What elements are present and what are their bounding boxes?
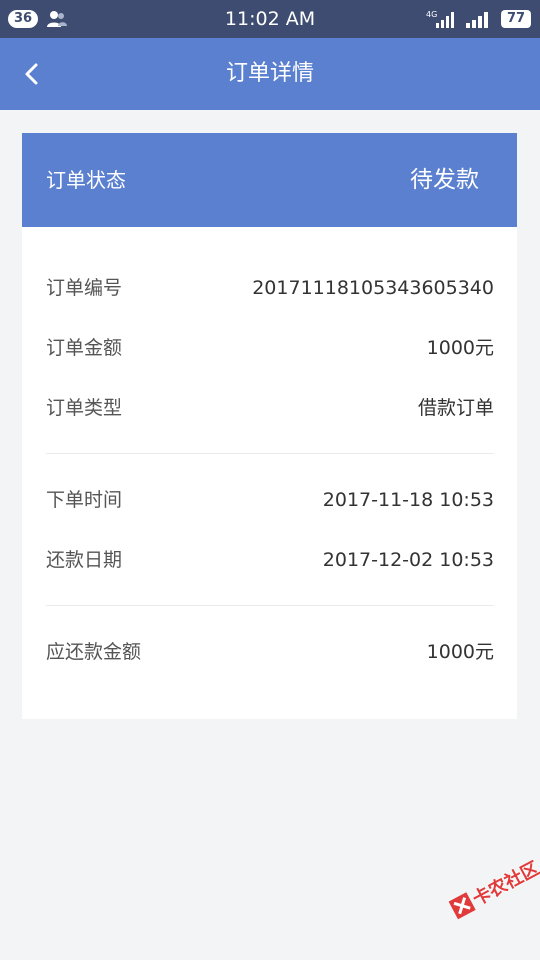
repay-amount-label: 应还款金额 bbox=[46, 641, 142, 663]
repay-amount-value: 1000元 bbox=[426, 641, 494, 663]
section-divider bbox=[46, 453, 494, 454]
order-type-value: 借款订单 bbox=[417, 397, 494, 419]
battery-level: 77 bbox=[501, 10, 531, 28]
order-amount-label: 订单金额 bbox=[46, 337, 123, 359]
watermark: 卡农社区 bbox=[436, 833, 540, 933]
order-time-row: 下单时间 2017-11-18 10:53 bbox=[46, 480, 494, 520]
repay-date-label: 还款日期 bbox=[46, 549, 123, 571]
watermark-text: 卡农社区 bbox=[469, 857, 540, 911]
cellular-signal-4g-icon: 4G bbox=[426, 10, 454, 28]
repay-date-row: 还款日期 2017-12-02 10:53 bbox=[46, 540, 494, 580]
repay-amount-row: 应还款金额 1000元 bbox=[46, 632, 494, 672]
order-amount-value: 1000元 bbox=[426, 337, 494, 359]
repay-date-value: 2017-12-02 10:53 bbox=[322, 549, 494, 571]
nav-bar: 订单详情 bbox=[0, 38, 540, 110]
order-time-label: 下单时间 bbox=[46, 489, 123, 511]
order-type-label: 订单类型 bbox=[46, 397, 123, 419]
svg-text:4G: 4G bbox=[426, 10, 437, 19]
order-amount-row: 订单金额 1000元 bbox=[46, 328, 494, 368]
section-divider bbox=[46, 605, 494, 606]
order-status-value: 待发款 bbox=[410, 167, 479, 193]
order-time-value: 2017-11-18 10:53 bbox=[322, 489, 494, 511]
page-title: 订单详情 bbox=[225, 61, 314, 86]
clock: 11:02 AM bbox=[224, 8, 316, 30]
order-type-row: 订单类型 借款订单 bbox=[46, 388, 494, 428]
order-detail-card: 订单状态 待发款 订单编号 20171118105343605340 订单金额 … bbox=[22, 133, 517, 719]
order-number-value: 20171118105343605340 bbox=[252, 277, 494, 299]
order-number-label: 订单编号 bbox=[46, 277, 123, 299]
status-bar: 36 11:02 AM 4G 77 bbox=[0, 0, 540, 38]
order-status-header: 订单状态 待发款 bbox=[22, 133, 517, 227]
order-number-row: 订单编号 20171118105343605340 bbox=[46, 268, 494, 308]
cellular-signal-icon bbox=[466, 12, 488, 28]
order-status-label: 订单状态 bbox=[46, 168, 126, 192]
